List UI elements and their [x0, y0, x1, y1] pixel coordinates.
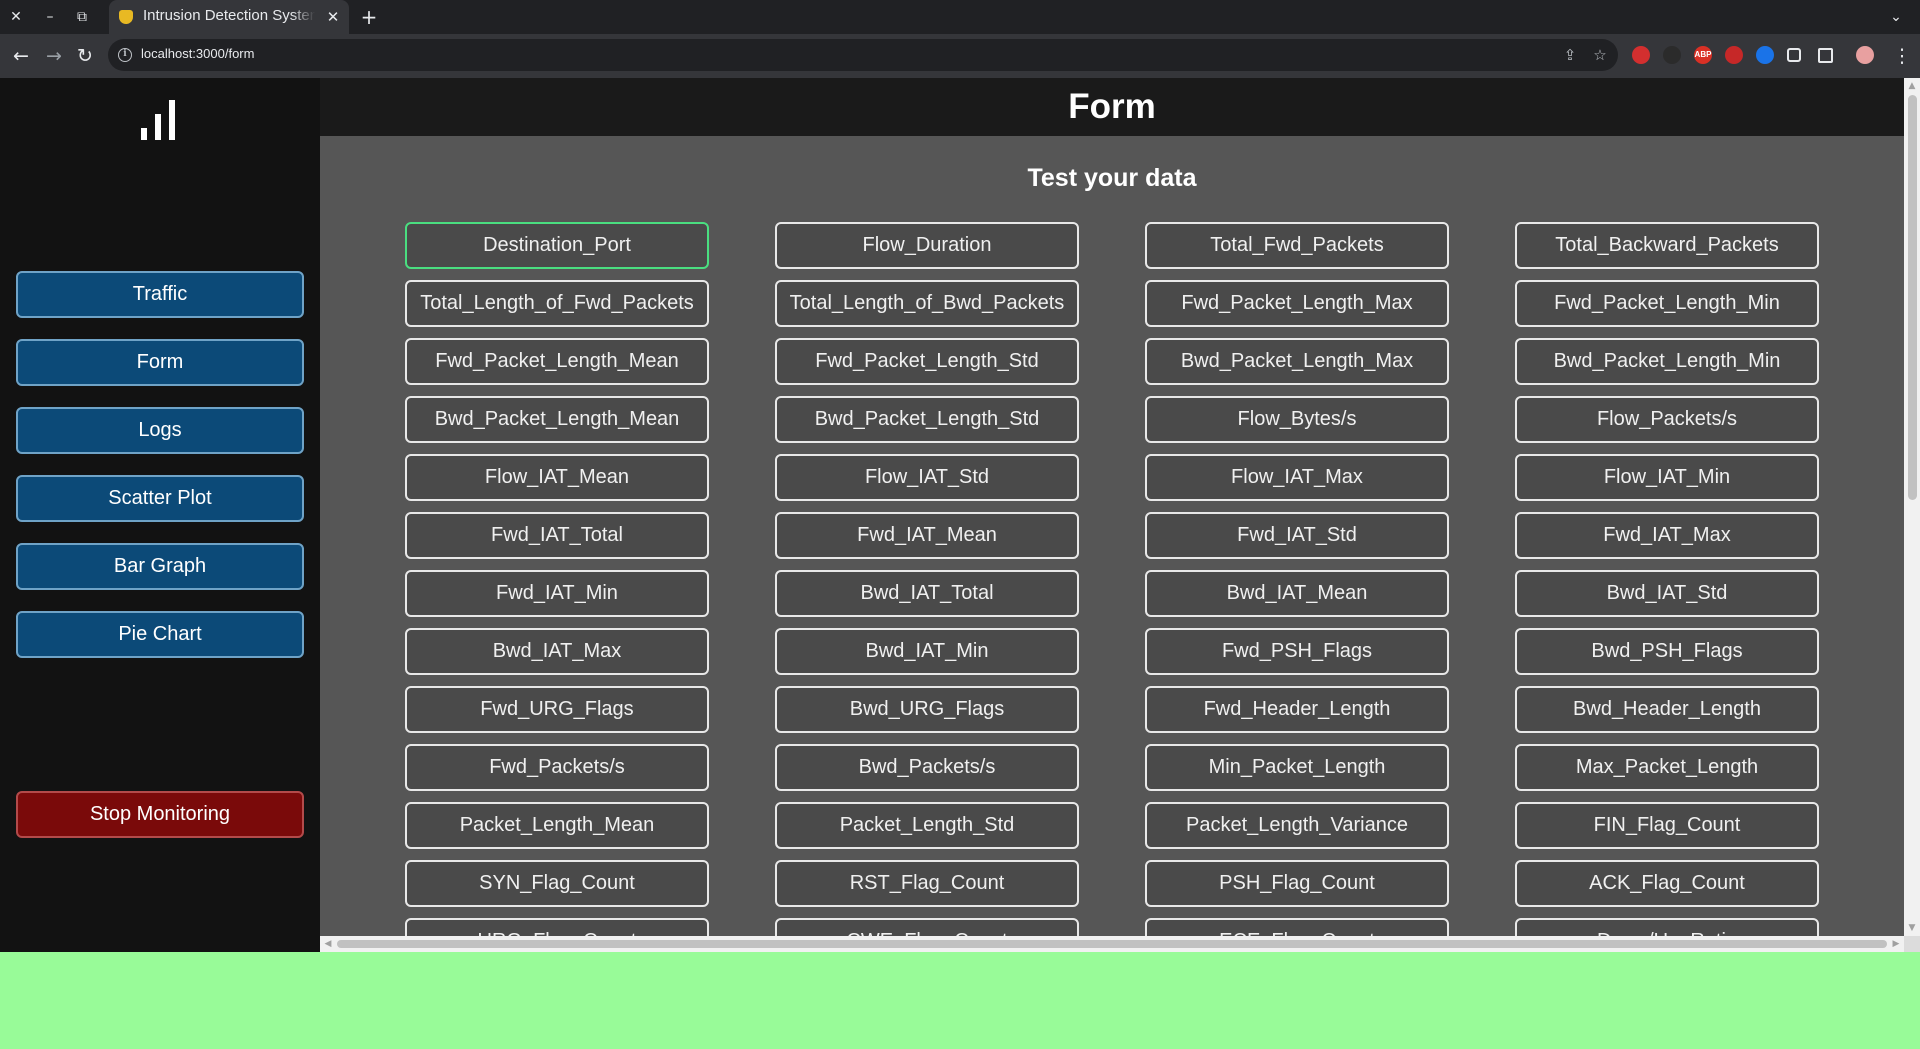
stop-monitoring-button[interactable]: Stop Monitoring: [16, 791, 304, 838]
field-rst-flag-count[interactable]: [775, 860, 1079, 907]
vertical-scrollbar[interactable]: ▲ ▼: [1904, 78, 1920, 936]
scroll-down-arrow-icon[interactable]: ▼: [1904, 920, 1920, 936]
extension-blue-icon[interactable]: [1756, 46, 1774, 64]
field-bwd-iat-max[interactable]: [405, 628, 709, 675]
window-minimize-icon[interactable]: –: [40, 6, 60, 28]
field-ack-flag-count[interactable]: [1515, 860, 1819, 907]
page-title: Form: [320, 78, 1904, 136]
bar-chart-icon: [141, 100, 181, 140]
puzzle-icon[interactable]: [1787, 48, 1801, 62]
horizontal-scroll-thumb[interactable]: [337, 940, 1887, 948]
field-bwd-iat-total[interactable]: [775, 570, 1079, 617]
scroll-left-arrow-icon[interactable]: ◀: [320, 936, 336, 952]
field-bwd-iat-min[interactable]: [775, 628, 1079, 675]
field-flow-iat-std[interactable]: [775, 454, 1079, 501]
field-bwd-psh-flags[interactable]: [1515, 628, 1819, 675]
back-button[interactable]: ←: [9, 44, 33, 68]
field-flow-iat-mean[interactable]: [405, 454, 709, 501]
new-tab-button[interactable]: +: [358, 6, 380, 28]
field-fin-flag-count[interactable]: [1515, 802, 1819, 849]
field-fwd-header-length[interactable]: [1145, 686, 1449, 733]
field-packet-length-variance[interactable]: [1145, 802, 1449, 849]
field-packet-length-mean[interactable]: [405, 802, 709, 849]
extension-shield-icon[interactable]: [1725, 46, 1743, 64]
field-fwd-iat-min[interactable]: [405, 570, 709, 617]
bookmark-star-icon[interactable]: ☆: [1590, 45, 1610, 65]
field-bwd-packet-length-min[interactable]: [1515, 338, 1819, 385]
field-bwd-urg-flags[interactable]: [775, 686, 1079, 733]
url-text[interactable]: localhost:3000/form: [141, 46, 254, 61]
sidebar-item-scatter-plot[interactable]: Scatter Plot: [16, 475, 304, 522]
field-total-length-of-fwd-packets[interactable]: [405, 280, 709, 327]
sidebar-item-logs[interactable]: Logs: [16, 407, 304, 454]
profile-avatar-icon[interactable]: [1856, 46, 1874, 64]
main-content: Form Test your data: [320, 78, 1904, 952]
sidebar-item-form[interactable]: Form: [16, 339, 304, 386]
browser-tab[interactable]: Intrusion Detection System ✕: [109, 0, 349, 34]
field-fwd-iat-max[interactable]: [1515, 512, 1819, 559]
address-bar[interactable]: i localhost:3000/form ⇪ ☆: [108, 39, 1618, 71]
sidebar: Traffic Form Logs Scatter Plot Bar Graph…: [0, 78, 320, 952]
sidebar-item-bar-graph[interactable]: Bar Graph: [16, 543, 304, 590]
forward-button[interactable]: →: [42, 44, 66, 68]
sidebar-item-pie-chart[interactable]: Pie Chart: [16, 611, 304, 658]
shield-favicon-icon: [119, 10, 133, 24]
site-info-icon[interactable]: i: [118, 48, 132, 62]
browser-menu-icon[interactable]: ⋮: [1890, 44, 1914, 68]
extension-red-icon[interactable]: [1632, 46, 1650, 64]
field-fwd-iat-mean[interactable]: [775, 512, 1079, 559]
field-flow-duration[interactable]: [775, 222, 1079, 269]
field-fwd-packet-length-std[interactable]: [775, 338, 1079, 385]
field-bwd-header-length[interactable]: [1515, 686, 1819, 733]
scroll-right-arrow-icon[interactable]: ▶: [1888, 936, 1904, 952]
reload-button[interactable]: ↻: [73, 44, 97, 68]
tab-title: Intrusion Detection System: [143, 7, 315, 24]
page-viewport: Traffic Form Logs Scatter Plot Bar Graph…: [0, 78, 1920, 952]
field-fwd-urg-flags[interactable]: [405, 686, 709, 733]
field-bwd-packet-length-max[interactable]: [1145, 338, 1449, 385]
field-fwd-packet-length-min[interactable]: [1515, 280, 1819, 327]
form-subtitle: Test your data: [1027, 164, 1197, 192]
field-flow-bytes-s[interactable]: [1145, 396, 1449, 443]
browser-tab-bar: ✕ – ⧉ Intrusion Detection System ✕ + ⌄: [0, 0, 1920, 34]
side-panel-icon[interactable]: [1818, 48, 1833, 63]
field-fwd-psh-flags[interactable]: [1145, 628, 1449, 675]
field-max-packet-length[interactable]: [1515, 744, 1819, 791]
field-total-length-of-bwd-packets[interactable]: [775, 280, 1079, 327]
field-fwd-packet-length-max[interactable]: [1145, 280, 1449, 327]
sidebar-item-traffic[interactable]: Traffic: [16, 271, 304, 318]
tab-close-icon[interactable]: ✕: [323, 7, 343, 27]
scroll-up-arrow-icon[interactable]: ▲: [1904, 78, 1920, 94]
share-icon[interactable]: ⇪: [1560, 45, 1580, 65]
field-fwd-packet-length-mean[interactable]: [405, 338, 709, 385]
field-flow-packets-s[interactable]: [1515, 396, 1819, 443]
field-total-fwd-packets[interactable]: [1145, 222, 1449, 269]
field-destination-port[interactable]: [405, 222, 709, 269]
field-bwd-packet-length-mean[interactable]: [405, 396, 709, 443]
field-flow-iat-min[interactable]: [1515, 454, 1819, 501]
field-bwd-packets-s[interactable]: [775, 744, 1079, 791]
field-bwd-iat-std[interactable]: [1515, 570, 1819, 617]
extension-dark-icon[interactable]: [1663, 46, 1681, 64]
horizontal-scrollbar[interactable]: ◀ ▶: [320, 936, 1904, 952]
adblock-plus-icon[interactable]: ABP: [1694, 46, 1712, 64]
browser-toolbar: ← → ↻ i localhost:3000/form ⇪ ☆ ABP ⋮: [0, 34, 1920, 78]
window-close-icon[interactable]: ✕: [6, 6, 26, 28]
field-flow-iat-max[interactable]: [1145, 454, 1449, 501]
scrollbar-corner: [1904, 936, 1920, 952]
tab-search-chevron-icon[interactable]: ⌄: [1886, 7, 1906, 27]
field-fwd-iat-total[interactable]: [405, 512, 709, 559]
field-bwd-packet-length-std[interactable]: [775, 396, 1079, 443]
field-fwd-iat-std[interactable]: [1145, 512, 1449, 559]
field-psh-flag-count[interactable]: [1145, 860, 1449, 907]
vertical-scroll-thumb[interactable]: [1908, 95, 1917, 500]
field-fwd-packets-s[interactable]: [405, 744, 709, 791]
window-restore-icon[interactable]: ⧉: [72, 6, 92, 28]
field-min-packet-length[interactable]: [1145, 744, 1449, 791]
field-syn-flag-count[interactable]: [405, 860, 709, 907]
field-total-backward-packets[interactable]: [1515, 222, 1819, 269]
field-bwd-iat-mean[interactable]: [1145, 570, 1449, 617]
field-packet-length-std[interactable]: [775, 802, 1079, 849]
